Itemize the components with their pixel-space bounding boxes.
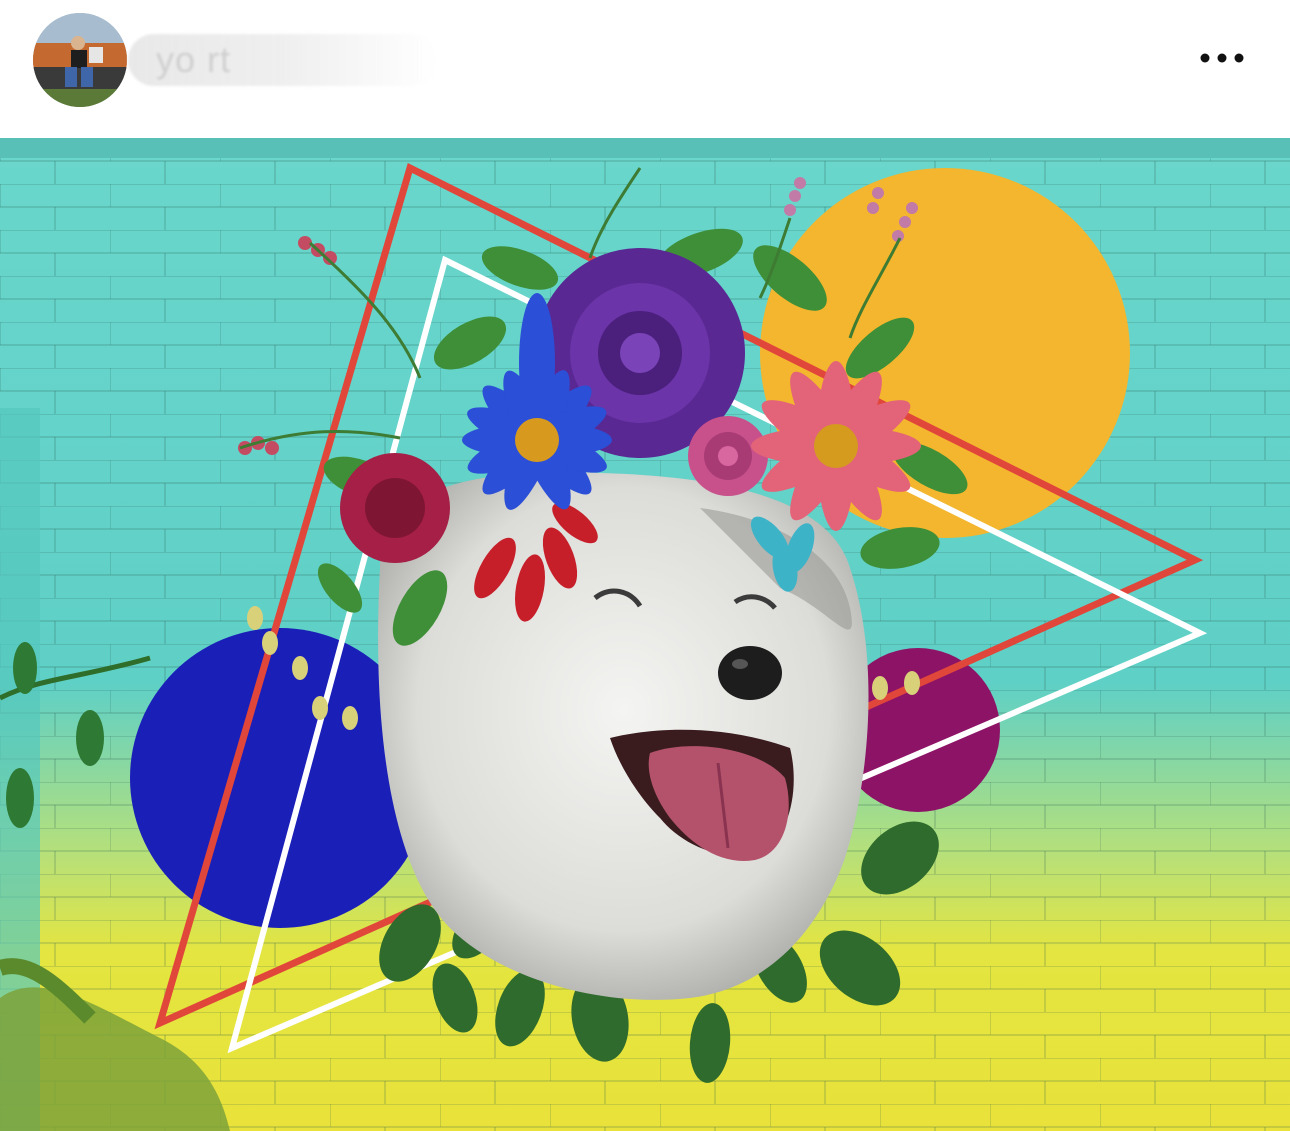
more-horizontal-icon [1200, 53, 1244, 63]
mural-image [0, 138, 1290, 1131]
more-options-button[interactable] [1196, 48, 1250, 68]
post-header: yo rt [0, 0, 1290, 138]
username[interactable]: yo rt [128, 34, 438, 86]
profile-avatar[interactable] [33, 13, 127, 107]
avatar-image [33, 13, 127, 107]
post-image[interactable] [0, 138, 1290, 1131]
